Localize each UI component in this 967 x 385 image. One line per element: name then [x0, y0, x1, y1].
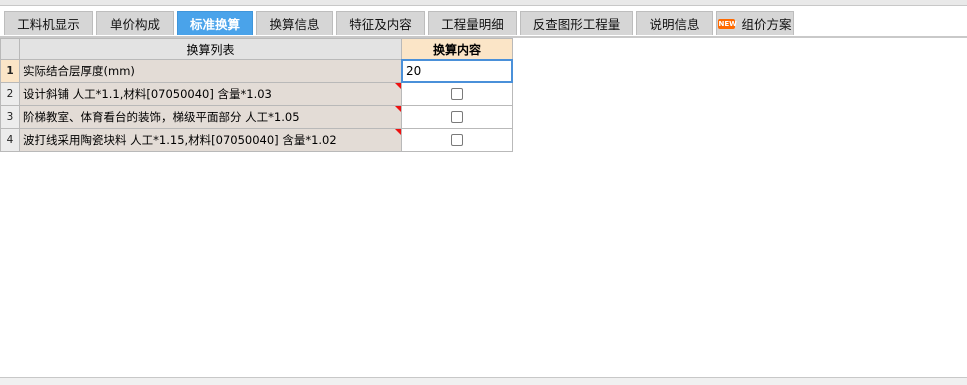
border-line-checkbox[interactable]	[451, 134, 463, 146]
table-row-name: 设计斜铺 人工*1.1,材料[07050040] 含量*1.03	[20, 83, 402, 106]
checkbox-cell	[402, 83, 513, 106]
thickness-input[interactable]: 20	[401, 59, 513, 83]
tab-pricing-plan-label: 组价方案	[741, 17, 792, 32]
tab-conversion-info[interactable]: 换算信息	[256, 11, 333, 35]
row-number: 1	[0, 60, 20, 83]
diagonal-laying-checkbox[interactable]	[451, 88, 463, 100]
tab-bar: 工料机显示 单价构成 标准换算 换算信息 特征及内容 工程量明细 反查图形工程量…	[0, 9, 967, 38]
tab-quantity-detail[interactable]: 工程量明细	[428, 11, 517, 35]
tab-description[interactable]: 说明信息	[636, 11, 713, 35]
tab-unit-price[interactable]: 单价构成	[96, 11, 174, 35]
checkbox-cell	[402, 106, 513, 129]
comment-marker-icon	[395, 83, 401, 89]
window-top-strip	[0, 0, 967, 6]
table-row-name: 阶梯教室、体育看台的装饰，梯级平面部分 人工*1.05	[20, 106, 402, 129]
tab-standard-conversion[interactable]: 标准换算	[177, 11, 253, 35]
stair-classroom-checkbox[interactable]	[451, 111, 463, 123]
tab-pricing-plan[interactable]: NEW 组价方案	[716, 11, 794, 35]
corner-cell	[0, 38, 20, 60]
row-number: 4	[0, 129, 20, 152]
row-number: 3	[0, 106, 20, 129]
comment-marker-icon	[395, 106, 401, 112]
table-row-name: 波打线采用陶瓷块料 人工*1.15,材料[07050040] 含量*1.02	[20, 129, 402, 152]
row-number: 2	[0, 83, 20, 106]
comment-marker-icon	[395, 129, 401, 135]
row-name-text: 波打线采用陶瓷块料 人工*1.15,材料[07050040] 含量*1.02	[23, 133, 337, 147]
tab-features[interactable]: 特征及内容	[336, 11, 425, 35]
tab-material-display[interactable]: 工料机显示	[4, 11, 93, 35]
new-badge-icon: NEW	[718, 18, 737, 29]
row-name-text: 阶梯教室、体育看台的装饰，梯级平面部分 人工*1.05	[23, 110, 300, 124]
column-header-list: 换算列表	[20, 38, 402, 60]
row-name-text: 设计斜铺 人工*1.1,材料[07050040] 含量*1.03	[23, 87, 272, 101]
tab-reverse-lookup[interactable]: 反查图形工程量	[520, 11, 633, 35]
table-row-name: 实际结合层厚度(mm)	[20, 60, 402, 83]
column-header-content: 换算内容	[402, 38, 513, 60]
checkbox-cell	[402, 129, 513, 152]
